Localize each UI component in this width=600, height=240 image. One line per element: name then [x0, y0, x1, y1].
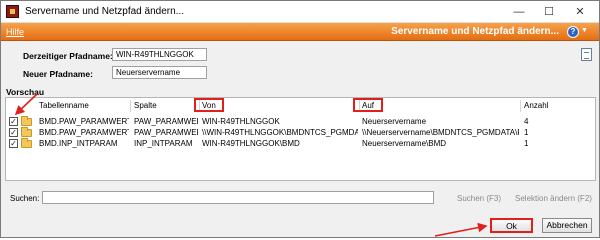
cell-anzahl: 1 [524, 128, 529, 137]
new-path-label: Neuer Pfadname: [23, 69, 93, 79]
row-checkbox[interactable]: ✓ [9, 139, 18, 148]
row-checkbox[interactable]: ✓ [9, 128, 18, 137]
search-label: Suchen: [10, 194, 40, 203]
cell-tabellenname: BMD.PAW_PARAMWERT [39, 117, 129, 126]
cell-tabellenname: BMD.INP_INTPARAM [39, 139, 118, 148]
minimize-button[interactable]: — [506, 3, 532, 21]
column-header-anzahl[interactable]: Anzahl [524, 101, 548, 110]
cell-von: WIN-R49THLNGGOK\BMD [202, 139, 300, 148]
cancel-button[interactable]: Abbrechen [542, 218, 592, 233]
column-header-tabellenname[interactable]: Tabellenname [39, 101, 89, 110]
change-selection-button[interactable]: Selektion ändern (F2) [515, 194, 592, 203]
current-path-field[interactable]: WIN-R49THLNGGOK [112, 48, 207, 61]
cell-auf: Neuerservername\BMD [362, 139, 447, 148]
dialog-window: Servername und Netzpfad ändern... — ☐ ✕ … [0, 0, 600, 238]
cell-anzahl: 4 [524, 117, 529, 126]
table-row[interactable]: ✓ BMD.PAW_PARAMWERT PAW_PARAMWERT \\WIN-… [6, 127, 595, 138]
app-icon [6, 5, 19, 18]
folder-icon [21, 116, 32, 126]
window-title: Servername und Netzpfad ändern... [25, 6, 184, 17]
cell-von: WIN-R49THLNGGOK [202, 117, 280, 126]
cell-anzahl: 1 [524, 139, 529, 148]
column-header-spalte[interactable]: Spalte [134, 101, 157, 110]
cell-von: \\WIN-R49THLNGGOK\BMDNTCS_PGMDATA\File..… [202, 128, 358, 137]
preview-table[interactable]: Tabellenname Spalte Von Auf Anzahl ✓ BMD… [5, 97, 596, 181]
help-icon[interactable]: ? [567, 26, 579, 38]
row-checkbox[interactable]: ✓ [9, 117, 18, 126]
current-path-label: Derzeitiger Pfadname: [23, 51, 113, 61]
cell-tabellenname: BMD.PAW_PARAMWERT [39, 128, 129, 137]
menubar-title: Servername und Netzpfad ändern... [391, 26, 559, 37]
menu-bar: Hilfe Servername und Netzpfad ändern... … [1, 23, 599, 41]
preview-section-label: Vorschau [6, 87, 45, 97]
auf-highlight-box [353, 98, 383, 112]
cell-spalte: INP_INTPARAM [134, 139, 193, 148]
chevron-down-icon[interactable]: ▼ [581, 27, 588, 34]
ok-button[interactable]: Ok [490, 218, 533, 233]
new-path-field[interactable]: Neuerservername [112, 66, 207, 79]
ok-arrow [434, 222, 488, 237]
cell-spalte: PAW_PARAMWERT [134, 117, 198, 126]
title-bar: Servername und Netzpfad ändern... — ☐ ✕ [1, 1, 599, 23]
search-input[interactable] [42, 191, 434, 204]
von-highlight-box [194, 98, 224, 112]
cell-auf: Neuerservername [362, 117, 427, 126]
cell-spalte: PAW_PARAMWERT [134, 128, 198, 137]
folder-icon [21, 127, 32, 137]
close-button[interactable]: ✕ [567, 3, 593, 21]
search-button[interactable]: Suchen (F3) [457, 194, 501, 203]
document-icon[interactable] [581, 48, 592, 61]
cell-auf: \\Neuerservername\BMDNTCS_PGMDATA\File..… [362, 128, 519, 137]
table-row[interactable]: ✓ BMD.PAW_PARAMWERT PAW_PARAMWERT WIN-R4… [6, 116, 595, 127]
maximize-button[interactable]: ☐ [536, 3, 562, 21]
folder-icon [21, 138, 32, 148]
menu-item-hilfe[interactable]: Hilfe [6, 27, 24, 37]
table-row[interactable]: ✓ BMD.INP_INTPARAM INP_INTPARAM WIN-R49T… [6, 138, 595, 149]
